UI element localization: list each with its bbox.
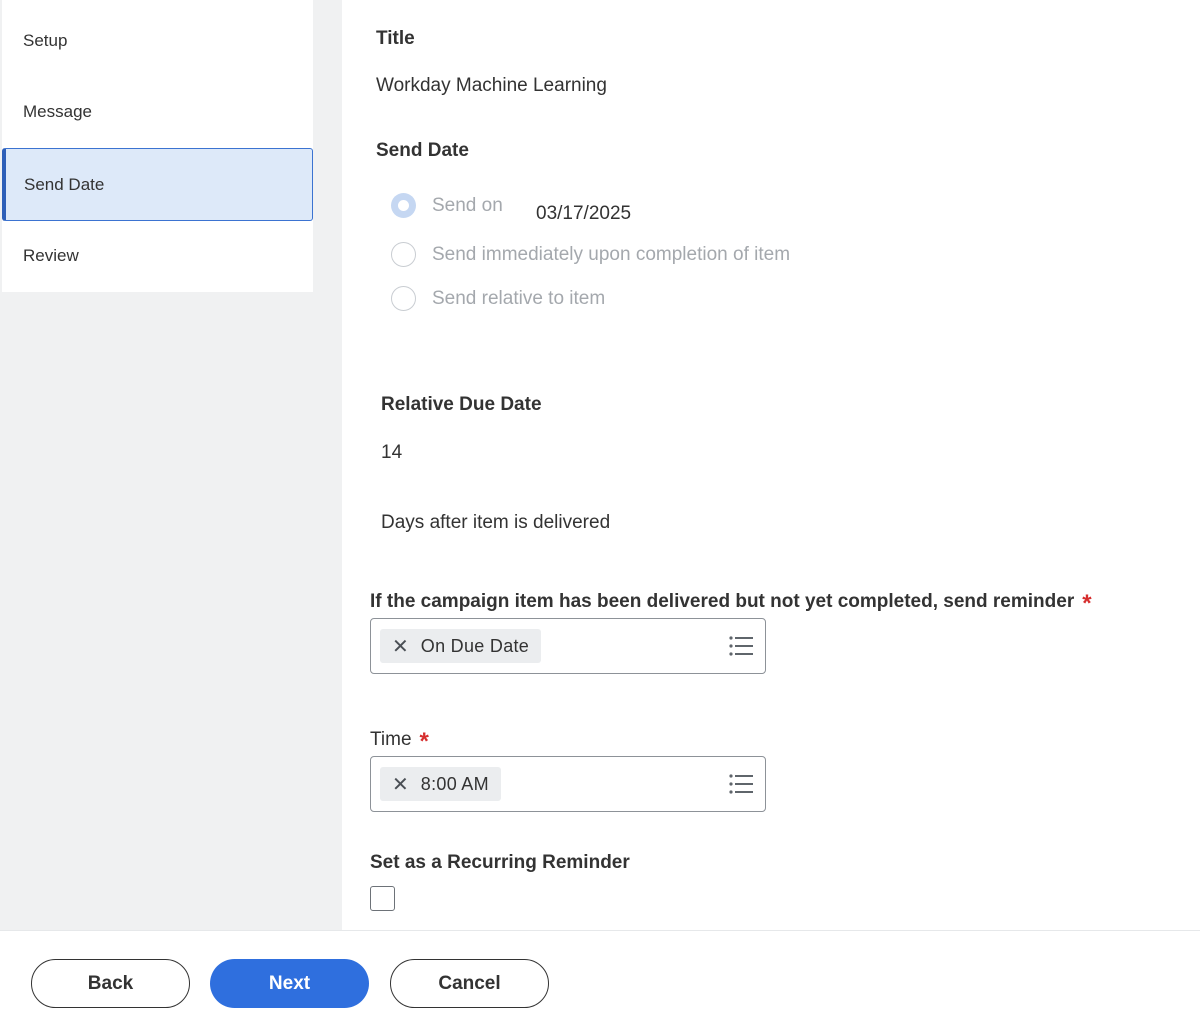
reminder-label: If the campaign item has been delivered … bbox=[370, 591, 1075, 612]
radio-label: Send immediately upon completion of item bbox=[432, 243, 791, 265]
cancel-button[interactable]: Cancel bbox=[390, 959, 549, 1008]
relative-due-date-value: 14 bbox=[381, 442, 403, 463]
nav-item-message[interactable]: Message bbox=[2, 76, 313, 148]
radio-send-on[interactable]: Send on bbox=[391, 193, 503, 218]
reminder-prompt[interactable]: ✕ On Due Date bbox=[370, 618, 766, 674]
main-content: Title Workday Machine Learning Send Date… bbox=[342, 0, 1200, 930]
radio-button-checked[interactable] bbox=[391, 193, 416, 218]
next-button[interactable]: Next bbox=[210, 959, 369, 1008]
time-prompt[interactable]: ✕ 8:00 AM bbox=[370, 756, 766, 812]
radio-button[interactable] bbox=[391, 242, 416, 267]
radio-send-immediately[interactable]: Send immediately upon completion of item bbox=[391, 242, 790, 267]
nav-item-label: Review bbox=[23, 246, 79, 265]
recurring-checkbox[interactable] bbox=[370, 886, 395, 911]
reminder-field-label: If the campaign item has been delivered … bbox=[370, 588, 1092, 617]
time-label: Time bbox=[370, 729, 412, 750]
nav-item-send-date[interactable]: Send Date bbox=[2, 148, 313, 221]
time-field-label: Time * bbox=[370, 726, 429, 755]
pill-text: On Due Date bbox=[420, 635, 530, 656]
pill-text: 8:00 AM bbox=[420, 773, 489, 794]
radio-send-relative[interactable]: Send relative to item bbox=[391, 286, 605, 311]
required-indicator: * bbox=[419, 728, 429, 755]
footer-bar: Back Next Cancel bbox=[0, 930, 1200, 1025]
send-date-label: Send Date bbox=[376, 140, 469, 161]
list-icon[interactable] bbox=[729, 635, 753, 657]
list-icon[interactable] bbox=[729, 773, 753, 795]
radio-label: Send relative to item bbox=[432, 287, 606, 309]
title-label: Title bbox=[376, 28, 415, 49]
nav-item-review[interactable]: Review bbox=[2, 220, 313, 292]
required-indicator: * bbox=[1082, 590, 1092, 617]
nav-item-label: Setup bbox=[23, 31, 68, 50]
send-on-date: 03/17/2025 bbox=[536, 203, 632, 224]
title-value: Workday Machine Learning bbox=[376, 75, 607, 96]
nav-item-label: Send Date bbox=[24, 174, 105, 194]
selected-pill: ✕ 8:00 AM bbox=[380, 767, 501, 801]
close-icon[interactable]: ✕ bbox=[392, 772, 409, 797]
nav-item-label: Message bbox=[23, 102, 92, 121]
relative-due-date-label: Relative Due Date bbox=[381, 394, 542, 415]
close-icon[interactable]: ✕ bbox=[392, 634, 409, 659]
recurring-label: Set as a Recurring Reminder bbox=[370, 852, 630, 873]
left-panel: Setup Message Send Date Review bbox=[0, 0, 342, 930]
selected-pill: ✕ On Due Date bbox=[380, 629, 542, 663]
step-nav: Setup Message Send Date Review bbox=[2, 0, 313, 292]
back-button[interactable]: Back bbox=[31, 959, 190, 1008]
days-after-text: Days after item is delivered bbox=[381, 512, 611, 533]
nav-item-setup[interactable]: Setup bbox=[2, 5, 313, 77]
radio-label: Send on bbox=[432, 194, 503, 216]
radio-button[interactable] bbox=[391, 286, 416, 311]
